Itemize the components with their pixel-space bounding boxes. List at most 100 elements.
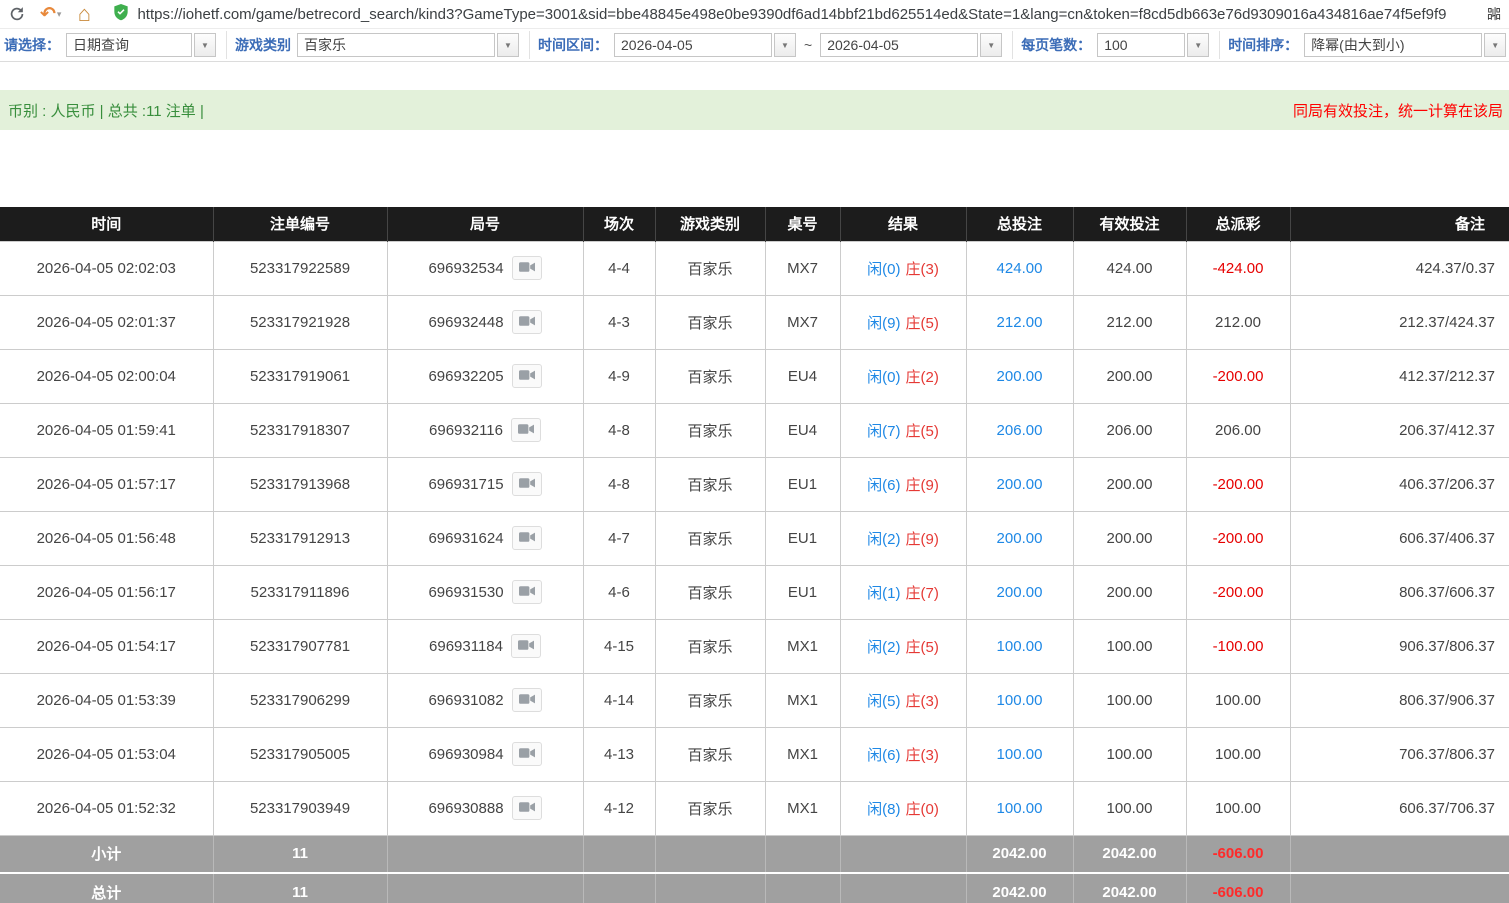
total-bet-link[interactable]: 200.00 xyxy=(997,476,1043,493)
page-size-input[interactable] xyxy=(1097,33,1185,57)
result-banker: 庄(2) xyxy=(906,369,939,386)
bet-id: 523317911896 xyxy=(213,565,387,619)
total-bet-link[interactable]: 100.00 xyxy=(997,638,1043,655)
query-type-combo: ▼ xyxy=(66,33,216,57)
date-from-input[interactable] xyxy=(614,33,772,57)
total-bet-cell: 212.00 xyxy=(966,295,1073,349)
video-replay-button[interactable] xyxy=(512,742,542,766)
round-cell: 696931082 xyxy=(387,673,583,727)
game-type: 百家乐 xyxy=(655,565,765,619)
payout: -424.00 xyxy=(1186,241,1290,295)
game-type: 百家乐 xyxy=(655,781,765,835)
game-type-dropdown-icon[interactable]: ▼ xyxy=(497,33,519,57)
header-round: 局号 xyxy=(387,207,583,241)
home-icon[interactable]: ⌂ xyxy=(73,3,95,25)
video-replay-button[interactable] xyxy=(512,796,542,820)
page-size-dropdown-icon[interactable]: ▼ xyxy=(1187,33,1209,57)
video-replay-button[interactable] xyxy=(512,526,542,550)
total-bet-cell: 200.00 xyxy=(966,565,1073,619)
note: 606.37/706.37 xyxy=(1290,781,1509,835)
table-row: 2026-04-05 01:52:32 523317903949 6969308… xyxy=(0,781,1509,835)
session: 4-8 xyxy=(583,457,655,511)
query-type-input[interactable] xyxy=(66,33,192,57)
total-row: 总计 11 2042.00 2042.00 -606.00 xyxy=(0,873,1509,903)
filter-group-game-type: 游戏类别 ▼ xyxy=(235,31,530,59)
bet-id: 523317919061 xyxy=(213,349,387,403)
total-bet-link[interactable]: 100.00 xyxy=(997,800,1043,817)
video-icon xyxy=(518,639,534,654)
round-cell: 696932205 xyxy=(387,349,583,403)
total-bet-link[interactable]: 206.00 xyxy=(997,422,1043,439)
query-type-dropdown-icon[interactable]: ▼ xyxy=(194,33,216,57)
video-replay-button[interactable] xyxy=(512,580,542,604)
sort-combo: ▼ xyxy=(1304,33,1506,57)
url-text[interactable]: https://iohetf.com/game/betrecord_search… xyxy=(137,6,1446,23)
total-bet-link[interactable]: 212.00 xyxy=(997,314,1043,331)
video-replay-button[interactable] xyxy=(511,634,541,658)
header-game-type: 游戏类别 xyxy=(655,207,765,241)
session: 4-8 xyxy=(583,403,655,457)
valid-bet: 100.00 xyxy=(1073,673,1186,727)
table-code: MX1 xyxy=(765,619,840,673)
bet-id: 523317912913 xyxy=(213,511,387,565)
total-bet-cell: 424.00 xyxy=(966,241,1073,295)
browser-toolbar: ↶ ▾ ⌂ https://iohetf.com/game/betrecord_… xyxy=(0,0,1509,28)
date-to-combo: ▼ xyxy=(820,33,1002,57)
round-cell: 696932534 xyxy=(387,241,583,295)
result-player: 闲(6) xyxy=(867,747,900,764)
date-to-input[interactable] xyxy=(820,33,978,57)
date-to-dropdown-icon[interactable]: ▼ xyxy=(980,33,1002,57)
total-bet-link[interactable]: 100.00 xyxy=(997,746,1043,763)
result-cell: 闲(2) 庄(5) xyxy=(840,619,966,673)
url-bar[interactable]: https://iohetf.com/game/betrecord_search… xyxy=(107,2,1475,26)
game-type-input[interactable] xyxy=(297,33,495,57)
video-icon xyxy=(519,315,535,330)
subtotal-count: 11 xyxy=(213,835,387,873)
video-replay-button[interactable] xyxy=(512,472,542,496)
total-bet-link[interactable]: 200.00 xyxy=(997,584,1043,601)
site-security-shield-icon[interactable] xyxy=(113,3,129,26)
video-icon xyxy=(519,477,535,492)
video-replay-button[interactable] xyxy=(512,364,542,388)
video-replay-button[interactable] xyxy=(512,256,542,280)
video-icon xyxy=(519,801,535,816)
date-from-dropdown-icon[interactable]: ▼ xyxy=(774,33,796,57)
valid-bet: 424.00 xyxy=(1073,241,1186,295)
filter-group-sort: 时间排序： ▼ xyxy=(1228,31,1509,59)
result-player: 闲(5) xyxy=(867,693,900,710)
result-player: 闲(0) xyxy=(867,369,900,386)
video-replay-button[interactable] xyxy=(512,310,542,334)
sort-dropdown-icon[interactable]: ▼ xyxy=(1484,33,1506,57)
undo-dropdown-caret[interactable]: ▾ xyxy=(57,9,62,20)
bet-id: 523317913968 xyxy=(213,457,387,511)
total-bet-link[interactable]: 424.00 xyxy=(997,260,1043,277)
round-number: 696932205 xyxy=(428,368,503,385)
table-header-row: 时间 注单编号 局号 场次 游戏类别 桌号 结果 总投注 有效投注 总派彩 备注 xyxy=(0,207,1509,241)
table-row: 2026-04-05 01:53:04 523317905005 6969309… xyxy=(0,727,1509,781)
valid-bet: 200.00 xyxy=(1073,349,1186,403)
result-player: 闲(2) xyxy=(867,639,900,656)
round-number: 696932116 xyxy=(429,422,503,439)
total-bet-cell: 200.00 xyxy=(966,457,1073,511)
reload-icon[interactable] xyxy=(6,3,28,25)
session: 4-15 xyxy=(583,619,655,673)
sort-input[interactable] xyxy=(1304,33,1482,57)
total-total-bet: 2042.00 xyxy=(966,873,1073,903)
video-replay-button[interactable] xyxy=(511,418,541,442)
game-type: 百家乐 xyxy=(655,619,765,673)
note: 212.37/424.37 xyxy=(1290,295,1509,349)
undo-icon[interactable]: ↶ ▾ xyxy=(40,5,61,24)
total-bet-link[interactable]: 200.00 xyxy=(997,530,1043,547)
total-bet-link[interactable]: 100.00 xyxy=(997,692,1043,709)
total-bet-link[interactable]: 200.00 xyxy=(997,368,1043,385)
video-replay-button[interactable] xyxy=(512,688,542,712)
payout: 212.00 xyxy=(1186,295,1290,349)
header-payout: 总派彩 xyxy=(1186,207,1290,241)
result-banker: 庄(5) xyxy=(906,639,939,656)
url-overflow-text: 嘂 xyxy=(1487,4,1503,24)
game-type: 百家乐 xyxy=(655,457,765,511)
result-player: 闲(7) xyxy=(867,423,900,440)
total-bet-cell: 200.00 xyxy=(966,349,1073,403)
table-code: MX7 xyxy=(765,295,840,349)
total-bet-cell: 100.00 xyxy=(966,727,1073,781)
